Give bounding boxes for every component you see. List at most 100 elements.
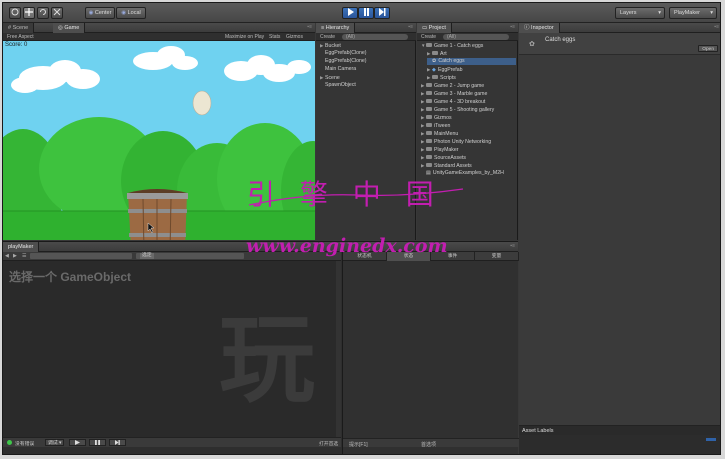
hints-toggle[interactable]: 提示[F1] bbox=[349, 441, 368, 448]
play-button[interactable] bbox=[342, 7, 358, 19]
pause-icon bbox=[363, 8, 369, 16]
hierarchy-item[interactable]: ▶ Bucket bbox=[320, 42, 341, 49]
project-item[interactable]: ▶ Art bbox=[427, 50, 516, 57]
project-item[interactable]: ▶ ◆ EggPrefab bbox=[427, 66, 516, 73]
recent-list-icon[interactable]: ☰ bbox=[22, 253, 26, 259]
panel-menu-icon[interactable]: ▪≡ bbox=[510, 24, 515, 30]
tab-game[interactable]: ◎ Game bbox=[53, 23, 86, 33]
rotate-tool-button[interactable] bbox=[37, 7, 49, 19]
panel-menu-icon[interactable]: ▪≡ bbox=[714, 24, 719, 30]
panel-menu-icon[interactable]: ▪≡ bbox=[408, 24, 413, 30]
project-item-label: Game 4 - 3D breakout bbox=[434, 99, 486, 105]
layout-dropdown[interactable]: PlayMaker ▾ bbox=[669, 7, 717, 19]
folder-icon bbox=[426, 131, 432, 135]
project-item[interactable]: ▶ PlayMaker bbox=[421, 146, 516, 153]
inspector-header: ✿ Catch eggs Open bbox=[519, 33, 720, 55]
space-toggle-button[interactable]: ◉ Local bbox=[116, 7, 146, 19]
hierarchy-search-input[interactable]: (All) bbox=[342, 34, 408, 40]
preferences-button[interactable]: 首选项 bbox=[421, 441, 436, 448]
pivot-toggle-button[interactable]: ◉ Center bbox=[85, 7, 115, 19]
hierarchy-item[interactable]: SpawnObject bbox=[320, 82, 356, 89]
game-view-bar: Free Aspect Maximize on Play Stats Gizmo… bbox=[3, 33, 315, 41]
project-item[interactable]: ▼ Game 1 - Catch eggs bbox=[421, 42, 516, 49]
tab-playmaker[interactable]: playMaker bbox=[3, 242, 40, 252]
project-item[interactable]: ▶ SourceAssets bbox=[421, 154, 516, 161]
tab-inspector[interactable]: ⓘ Inspector bbox=[519, 23, 560, 33]
chevron-down-icon: ▾ bbox=[710, 10, 713, 16]
project-create-dropdown[interactable]: Create bbox=[421, 33, 436, 41]
hierarchy-item[interactable]: ▶ Scene bbox=[320, 74, 340, 81]
project-item-label: Standard Assets bbox=[434, 163, 472, 169]
tab-hierarchy[interactable]: ≡ Hierarchy bbox=[316, 23, 356, 33]
back-arrow-icon[interactable]: ◀ bbox=[5, 253, 9, 259]
folder-icon bbox=[426, 147, 432, 151]
scene-asset-icon: ✿ bbox=[432, 58, 437, 64]
debug-step-button[interactable] bbox=[109, 439, 126, 446]
folder-icon bbox=[426, 107, 432, 111]
project-item[interactable]: ▶ Game 3 - Marble game bbox=[421, 90, 516, 97]
info-icon: ⓘ bbox=[524, 25, 530, 31]
asset-labels-bar[interactable]: Asset Labels bbox=[519, 425, 720, 435]
hierarchy-item[interactable]: EggPrefab(Clone) bbox=[320, 50, 367, 57]
debug-pause-button[interactable] bbox=[89, 439, 106, 446]
main-toolbar: ◉ Center ◉ Local Layers ▾ PlayMaker ▾ bbox=[3, 3, 720, 23]
panel-menu-icon[interactable]: ▪≡ bbox=[510, 243, 515, 249]
playmaker-title: playMaker bbox=[8, 244, 34, 250]
project-item[interactable]: ▶ Game 4 - 3D breakout bbox=[421, 98, 516, 105]
project-item[interactable]: ▶ Standard Assets bbox=[421, 162, 516, 169]
unity-editor-window: ◉ Center ◉ Local Layers ▾ PlayMaker ▾ # … bbox=[2, 2, 721, 455]
fsm-graph-canvas[interactable]: 选择一个 GameObject 玩 bbox=[3, 261, 341, 437]
graph-scrollbar[interactable] bbox=[336, 261, 341, 437]
project-item-label: Gizmos bbox=[434, 115, 452, 121]
layout-label: PlayMaker bbox=[674, 10, 700, 16]
panel-menu-icon[interactable]: ▪≡ bbox=[307, 24, 312, 30]
project-item[interactable]: ▶ MainMenu bbox=[421, 130, 516, 137]
pivot-label: Center bbox=[94, 10, 112, 16]
errors-status-label[interactable]: 没有错误 bbox=[15, 440, 34, 447]
scale-tool-button[interactable] bbox=[51, 7, 63, 19]
debug-dropdown-label: 调试 bbox=[48, 441, 58, 446]
forward-arrow-icon[interactable]: ▶ bbox=[13, 253, 17, 259]
move-tool-button[interactable] bbox=[23, 7, 35, 19]
hand-tool-button[interactable] bbox=[9, 7, 21, 19]
project-item[interactable]: ▶ Game 5 - Shooting gallery bbox=[421, 106, 516, 113]
playmaker-tab[interactable]: 变量 bbox=[475, 252, 519, 261]
stats-toggle[interactable]: Stats bbox=[269, 33, 280, 41]
open-preferences-link[interactable]: 打开首选 bbox=[319, 440, 338, 447]
project-item-label: Photon Unity Networking bbox=[434, 139, 492, 145]
open-button[interactable]: Open bbox=[698, 45, 718, 52]
project-item[interactable]: ▶ iTween bbox=[421, 122, 516, 129]
debug-dropdown[interactable]: 调试 ▾ bbox=[45, 439, 65, 446]
step-icon bbox=[115, 440, 120, 445]
preview-resize-handle[interactable] bbox=[706, 438, 716, 441]
hierarchy-item[interactable]: Main Camera bbox=[320, 66, 356, 73]
hierarchy-item[interactable]: EggPrefab(Clone) bbox=[320, 58, 367, 65]
project-item-label: Scripts bbox=[440, 75, 456, 81]
tab-scene-label: Scene bbox=[12, 25, 29, 31]
pause-button[interactable] bbox=[358, 7, 374, 19]
step-button[interactable] bbox=[374, 7, 390, 19]
bucket bbox=[127, 189, 188, 240]
select-button[interactable]: 选定 bbox=[140, 253, 154, 259]
project-item-label: EggPrefab bbox=[438, 67, 463, 73]
game-panel-tabs: # Scene ◎ Game ▪≡ bbox=[3, 23, 315, 33]
project-item[interactable]: ▶ Photon Unity Networking bbox=[421, 138, 516, 145]
debug-play-button[interactable] bbox=[69, 439, 86, 446]
project-item-label: PlayMaker bbox=[434, 147, 459, 153]
project-item[interactable]: ✿ Catch eggs bbox=[427, 58, 516, 65]
hierarchy-create-dropdown[interactable]: Create bbox=[320, 33, 335, 41]
project-item-label: Game 1 - Catch eggs bbox=[434, 43, 484, 49]
tab-scene[interactable]: # Scene bbox=[3, 23, 35, 33]
playmaker-panel: playMaker ▪≡ ◀ ▶ ☰ 选定 选择一个 GameObject 玩 … bbox=[3, 241, 519, 454]
aspect-dropdown[interactable]: Free Aspect bbox=[7, 33, 34, 41]
layers-dropdown[interactable]: Layers ▾ bbox=[615, 7, 665, 19]
maximize-on-play-toggle[interactable]: Maximize on Play bbox=[225, 33, 264, 41]
gameobject-select-field[interactable] bbox=[30, 253, 132, 259]
tab-project[interactable]: ▭ Project bbox=[417, 23, 452, 33]
project-item[interactable]: ▶ Game 2 - Jump game bbox=[421, 82, 516, 89]
gizmos-dropdown[interactable]: Gizmos bbox=[286, 33, 303, 41]
step-icon bbox=[378, 8, 385, 16]
project-search-input[interactable]: (All) bbox=[443, 34, 509, 40]
project-item[interactable]: ▶ Gizmos bbox=[421, 114, 516, 121]
project-item[interactable]: ▶ Scripts bbox=[427, 74, 516, 81]
